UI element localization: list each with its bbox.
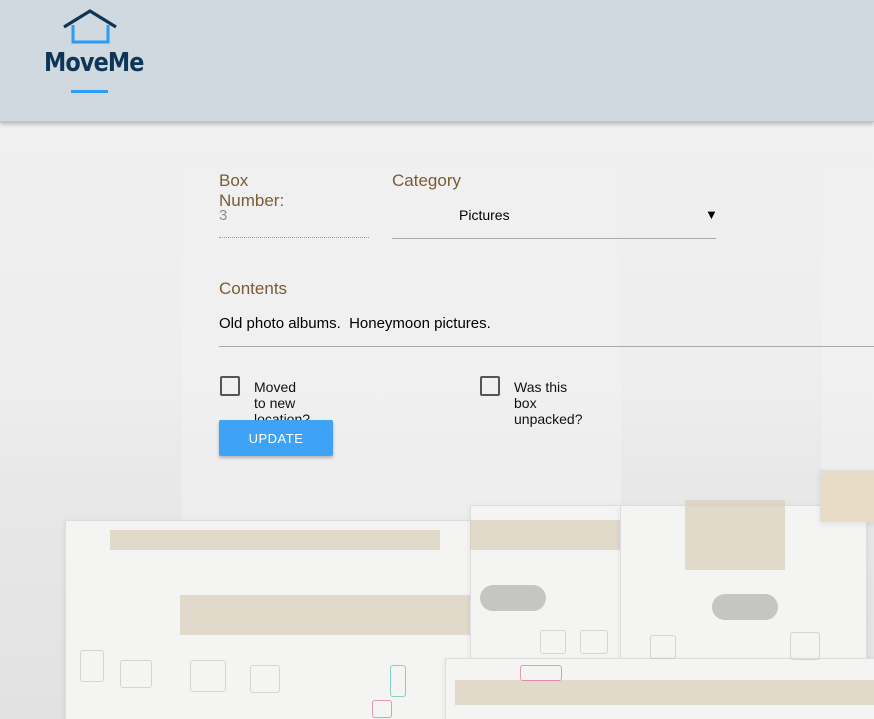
box-doodle — [120, 660, 152, 688]
logo-text: MoveMe — [44, 48, 144, 78]
box-doodle — [80, 650, 104, 682]
box-number-label: Box Number: — [219, 171, 285, 210]
box-doodle — [250, 665, 280, 693]
box-number-underline — [219, 237, 369, 238]
box-number-input[interactable]: 3 — [219, 207, 227, 224]
box-doodle — [580, 630, 608, 654]
unpacked-checkbox[interactable] — [480, 376, 500, 396]
box-doodle — [650, 635, 676, 659]
box-doodle — [540, 630, 566, 654]
box-tape — [180, 595, 470, 635]
box-doodle — [190, 660, 226, 692]
house-logo-icon — [63, 9, 117, 44]
box-doodle — [790, 632, 820, 660]
box-tape — [470, 520, 620, 550]
category-select[interactable]: Pictures ▼ — [392, 200, 718, 239]
box-tape — [455, 680, 874, 705]
box-doodle — [372, 700, 392, 718]
unpacked-checkbox-label[interactable]: Was this box unpacked? — [514, 379, 583, 427]
moved-checkbox[interactable] — [220, 376, 240, 396]
logo[interactable]: MoveMe — [44, 8, 144, 98]
category-label: Category — [392, 171, 461, 190]
dropdown-arrow-icon: ▼ — [705, 207, 718, 222]
category-selected-value: Pictures — [459, 207, 510, 223]
logo-underline — [71, 90, 108, 93]
box-doodle — [520, 665, 562, 681]
box-tape — [110, 530, 440, 550]
update-button[interactable]: UPDATE — [219, 420, 333, 456]
contents-label: Contents — [219, 279, 288, 298]
box-handle — [480, 585, 546, 611]
contents-input[interactable]: Old photo albums. Honeymoon pictures. — [219, 306, 874, 347]
box-handle — [712, 594, 778, 620]
box-tape — [685, 500, 785, 570]
app-header: MoveMe — [0, 0, 874, 122]
box-doodle — [390, 665, 406, 697]
contents-value: Old photo albums. Honeymoon pictures. — [219, 315, 491, 332]
